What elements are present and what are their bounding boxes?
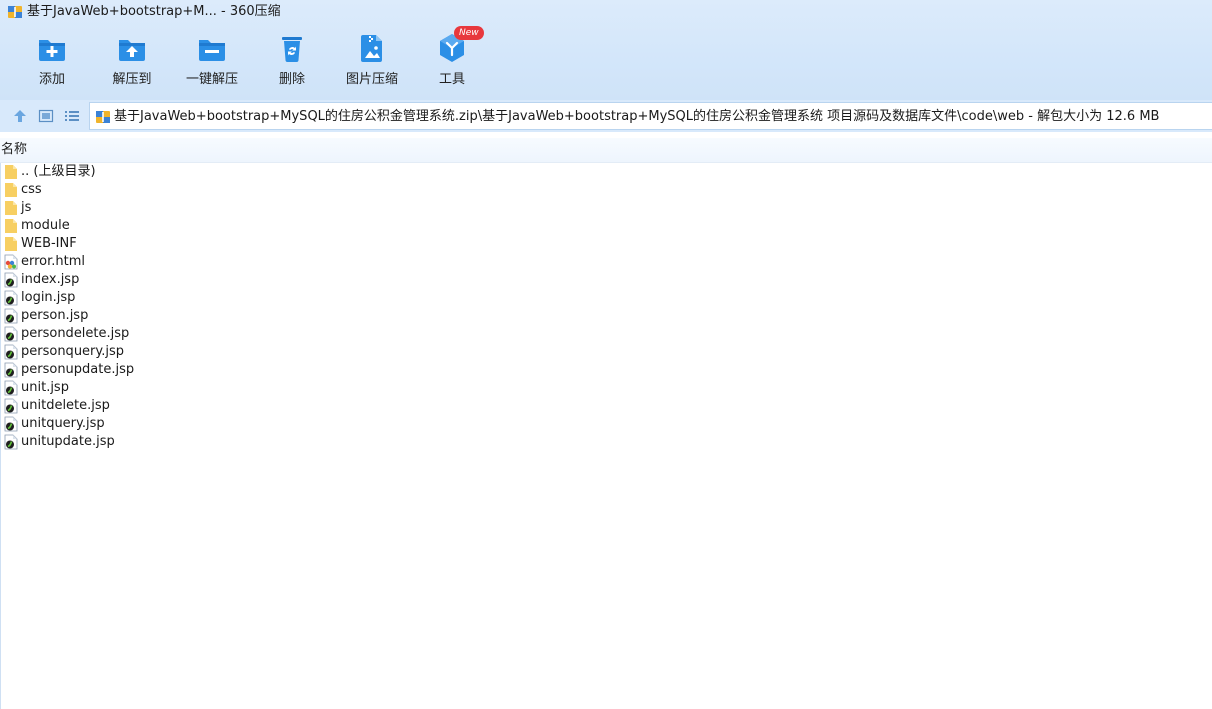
- path-field[interactable]: 基于JavaWeb+bootstrap+MySQL的住房公积金管理系统.zip\…: [89, 102, 1212, 130]
- thumbnail-view-icon[interactable]: [38, 108, 54, 124]
- folder-row[interactable]: WEB-INF: [0, 235, 1212, 253]
- tools-button[interactable]: New 工具: [412, 26, 492, 94]
- extract-to-label: 解压到: [112, 72, 152, 87]
- folder-icon: [4, 182, 18, 198]
- title-bar: 基于JavaWeb+bootstrap+M... - 360压缩: [0, 0, 1212, 24]
- title-toolbar-area: 基于JavaWeb+bootstrap+M... - 360压缩 添加 解压到 …: [0, 0, 1212, 100]
- file-list: .. (上级目录) css js module WEB-INF error.html ind…: [0, 163, 1212, 451]
- folder-row[interactable]: module: [0, 217, 1212, 235]
- jsp-file-icon: [4, 416, 18, 432]
- file-name: unitdelete.jsp: [21, 398, 110, 413]
- html-file-icon: [4, 254, 18, 270]
- add-label: 添加: [38, 72, 65, 87]
- one-click-extract-icon: [199, 40, 225, 61]
- file-name: js: [21, 200, 32, 215]
- tools-label: 工具: [438, 72, 465, 87]
- delete-button[interactable]: 删除: [252, 28, 332, 94]
- image-compress-icon: [361, 35, 382, 62]
- folder-icon: [4, 218, 18, 234]
- jsp-file-icon: [4, 344, 18, 360]
- app-window: 基于JavaWeb+bootstrap+M... - 360压缩 添加 解压到 …: [0, 0, 1212, 709]
- image-compress-label: 图片压缩: [345, 72, 398, 87]
- arrow-up-icon[interactable]: [12, 108, 28, 124]
- one-click-extract-button[interactable]: 一键解压: [172, 28, 252, 94]
- file-name: persondelete.jsp: [21, 326, 130, 341]
- add-button[interactable]: 添加: [12, 28, 92, 94]
- folder-icon: [4, 164, 18, 180]
- file-name: unitupdate.jsp: [21, 434, 115, 449]
- file-name: .. (上级目录): [21, 164, 96, 179]
- jsp-file-icon: [4, 362, 18, 378]
- path-text: 基于JavaWeb+bootstrap+MySQL的住房公积金管理系统.zip\…: [114, 109, 1160, 124]
- window-title: 基于JavaWeb+bootstrap+M... - 360压缩: [27, 4, 281, 19]
- file-name: unitquery.jsp: [21, 416, 105, 431]
- file-row[interactable]: unitquery.jsp: [0, 415, 1212, 433]
- extract-to-button[interactable]: 解压到: [92, 28, 172, 94]
- folder-icon: [4, 200, 18, 216]
- file-name: personquery.jsp: [21, 344, 125, 359]
- archive-path-icon: [96, 111, 110, 123]
- column-header-name[interactable]: 名称: [1, 142, 27, 158]
- delete-label: 删除: [278, 72, 305, 87]
- jsp-file-icon: [4, 398, 18, 414]
- jsp-file-icon: [4, 434, 18, 450]
- file-name: WEB-INF: [21, 236, 77, 251]
- toolbar: 添加 解压到 一键解压 删除 图片压缩 New 工具: [0, 26, 1212, 96]
- file-row[interactable]: person.jsp: [0, 307, 1212, 325]
- file-row[interactable]: index.jsp: [0, 271, 1212, 289]
- one-click-extract-label: 一键解压: [185, 72, 238, 87]
- file-row[interactable]: personquery.jsp: [0, 343, 1212, 361]
- jsp-file-icon: [4, 290, 18, 306]
- extract-to-icon: [119, 40, 145, 61]
- file-row[interactable]: personupdate.jsp: [0, 361, 1212, 379]
- archive-app-icon: [8, 6, 22, 18]
- file-name: css: [21, 182, 42, 197]
- add-folder-icon: [39, 40, 65, 61]
- file-row[interactable]: login.jsp: [0, 289, 1212, 307]
- file-row[interactable]: persondelete.jsp: [0, 325, 1212, 343]
- file-name: index.jsp: [21, 272, 80, 287]
- list-view-icon[interactable]: [64, 108, 80, 124]
- file-row[interactable]: unitdelete.jsp: [0, 397, 1212, 415]
- file-name: error.html: [21, 254, 86, 269]
- jsp-file-icon: [4, 272, 18, 288]
- jsp-file-icon: [4, 326, 18, 342]
- file-row[interactable]: unitupdate.jsp: [0, 433, 1212, 451]
- recycle-delete-icon: [282, 37, 302, 62]
- jsp-file-icon: [4, 380, 18, 396]
- file-name: login.jsp: [21, 290, 76, 305]
- file-row[interactable]: error.html: [0, 253, 1212, 271]
- folder-icon: [4, 236, 18, 252]
- file-name: unit.jsp: [21, 380, 69, 395]
- jsp-file-icon: [4, 308, 18, 324]
- file-name: module: [21, 218, 70, 233]
- new-badge: New: [454, 26, 484, 40]
- folder-row[interactable]: .. (上级目录): [0, 163, 1212, 181]
- file-name: personupdate.jsp: [21, 362, 135, 377]
- navigation-bar: 基于JavaWeb+bootstrap+MySQL的住房公积金管理系统.zip\…: [0, 100, 1212, 132]
- folder-row[interactable]: css: [0, 181, 1212, 199]
- folder-row[interactable]: js: [0, 199, 1212, 217]
- image-compress-button[interactable]: 图片压缩: [332, 28, 412, 94]
- file-name: person.jsp: [21, 308, 89, 323]
- file-row[interactable]: unit.jsp: [0, 379, 1212, 397]
- list-header: 名称: [0, 138, 1212, 162]
